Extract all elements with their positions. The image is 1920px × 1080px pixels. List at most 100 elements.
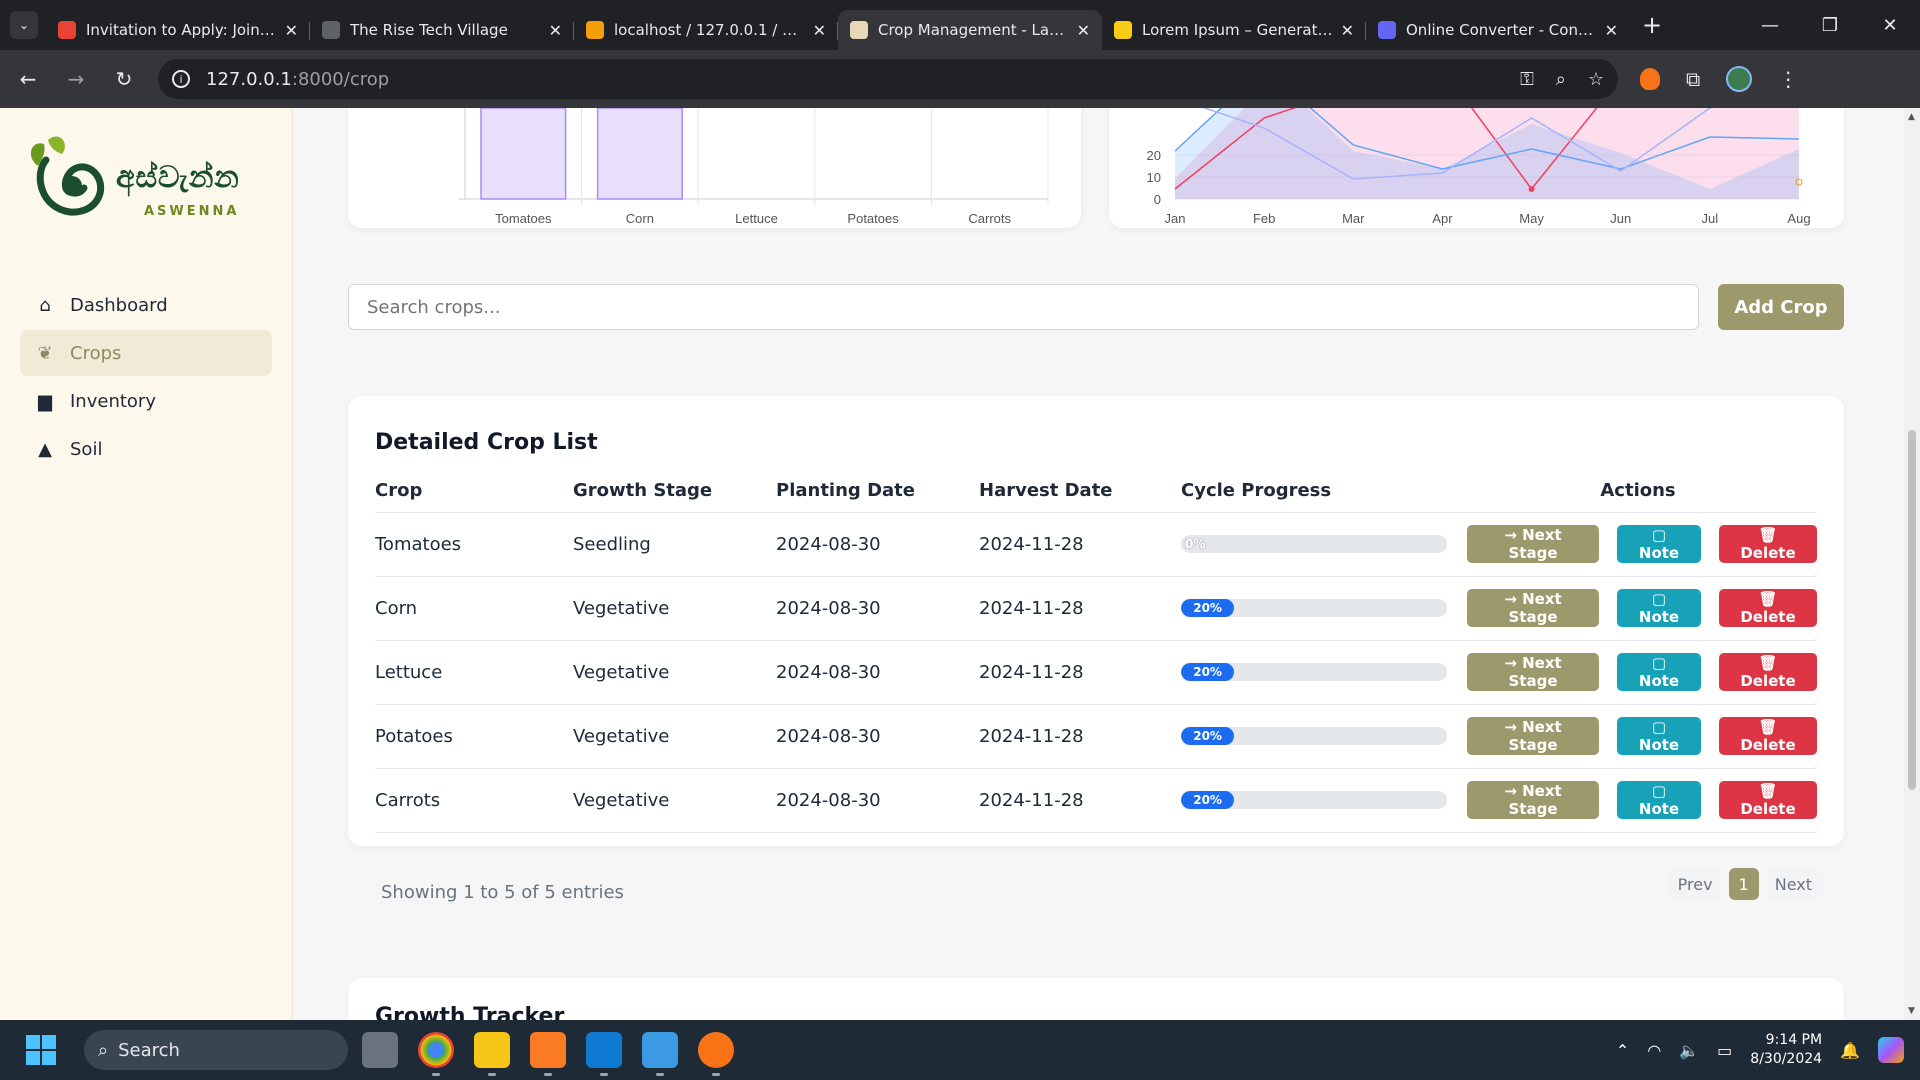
next-stage-button[interactable]: → Next Stage [1467,653,1599,691]
header-actions: Actions [1459,470,1817,513]
minimize-button[interactable]: — [1740,15,1800,36]
tab-close-icon[interactable]: ✕ [813,21,826,40]
chrome-app-icon[interactable] [418,1032,454,1076]
delete-button[interactable]: 🗑 Delete [1719,653,1817,691]
sidebar-item-dashboard[interactable]: ⌂ Dashboard [20,282,272,328]
pagination-next[interactable]: Next [1764,868,1822,900]
extensions-puzzle-icon[interactable]: ⧉ [1686,67,1700,91]
sidebar: අස්වැන්න ASWENNA ⌂ Dashboard ❦ Crops ▆ Invent… [0,108,293,1020]
browser-tab[interactable]: Online Converter - Convert ✕ [1366,10,1630,50]
note-button[interactable]: ▢ Note [1617,653,1701,691]
crop-list-card: Detailed Crop List Crop Growth Stage Pla… [348,396,1844,903]
forward-button[interactable]: → [56,67,96,91]
clock[interactable]: 9:14 PM 8/30/2024 [1750,1031,1822,1069]
postman-icon[interactable] [698,1032,734,1076]
progress-fill: 20% [1181,599,1235,617]
note-button[interactable]: ▢ Note [1617,525,1701,563]
extension-fox-icon[interactable] [1640,68,1660,90]
delete-button[interactable]: 🗑 Delete [1719,717,1817,755]
note-button[interactable]: ▢ Note [1617,589,1701,627]
cell-stage: Vegetative [573,640,776,705]
bar-chart-tick-label: Tomatoes [495,211,552,226]
zoom-icon[interactable]: ⌕ [1556,69,1566,90]
password-key-icon[interactable]: ⚿ [1520,69,1534,90]
next-stage-button[interactable]: → Next Stage [1467,717,1599,755]
delete-button[interactable]: 🗑 Delete [1719,525,1817,563]
tab-close-icon[interactable]: ✕ [1341,21,1354,40]
next-stage-button[interactable]: → Next Stage [1467,781,1599,819]
pagination-prev[interactable]: Prev [1667,868,1723,900]
crop-search-input[interactable] [348,284,1699,330]
tab-close-icon[interactable]: ✕ [549,21,562,40]
cell-stage: Vegetative [573,704,776,769]
tab-close-icon[interactable]: ✕ [285,21,298,40]
next-stage-button[interactable]: → Next Stage [1467,589,1599,627]
bar-chart-tick-label: Lettuce [735,211,778,226]
cell-crop: Corn [375,576,573,641]
progress-fill: 20% [1181,727,1235,745]
browser-tab[interactable]: Crop Management - Larave ✕ [838,10,1102,50]
tab-favicon-icon [1378,21,1396,39]
reload-button[interactable]: ↻ [104,67,144,91]
sidebar-item-label: Inventory [70,390,156,412]
restore-button[interactable]: ❐ [1800,15,1860,36]
monthly-line-chart-card: 20 10 0 Jan Feb Mar Apr May Jun Jul Aug [1109,108,1844,228]
progress-fill: 20% [1181,663,1235,681]
pagination-page-1[interactable]: 1 [1728,868,1759,900]
browser-menu-icon[interactable]: ⋮ [1778,67,1798,91]
browser-tab[interactable]: Invitation to Apply: Join th ✕ [46,10,310,50]
chevron-up-icon[interactable]: ⌃ [1616,1041,1629,1060]
xampp-icon[interactable] [530,1032,566,1076]
progress-bar: 20% [1181,663,1447,681]
wifi-icon[interactable]: ◠ [1647,1041,1661,1060]
back-button[interactable]: ← [8,67,48,91]
notification-bell-icon[interactable]: 🔔 [1840,1041,1860,1060]
url-host: 127.0.0.1 [206,68,292,90]
browser-tab[interactable]: Lorem Ipsum – Generator, ✕ [1102,10,1366,50]
brand-subtitle: ASWENNA [144,204,240,219]
windows-start-icon[interactable] [26,1035,56,1065]
sidebar-item-inventory[interactable]: ▆ Inventory [20,378,272,424]
delete-button[interactable]: 🗑 Delete [1719,589,1817,627]
cell-crop: Carrots [375,768,573,833]
cell-crop: Tomatoes [375,512,573,577]
vscode-icon[interactable] [586,1032,622,1076]
close-window-button[interactable]: ✕ [1860,15,1920,36]
table-row: Corn Vegetative 2024-08-30 2024-11-28 20% → N… [375,576,1817,641]
file-explorer-icon[interactable] [474,1032,510,1076]
sidebar-item-label: Crops [70,342,122,364]
browser-tab[interactable]: localhost / 127.0.0.1 / aswe ✕ [574,10,838,50]
address-bar[interactable]: i 127.0.0.1:8000/crop ⚿ ⌕ ☆ [158,59,1618,99]
scroll-up-icon[interactable]: ▲ [1908,112,1915,122]
copilot-icon[interactable] [1878,1037,1904,1063]
new-tab-button[interactable]: + [1642,11,1662,39]
scroll-down-icon[interactable]: ▼ [1908,1006,1915,1016]
volume-icon[interactable]: 🔈 [1679,1041,1699,1060]
add-crop-button[interactable]: Add Crop [1718,284,1844,330]
tab-close-icon[interactable]: ✕ [1077,21,1090,40]
page-scrollbar[interactable]: ▲ ▼ [1904,108,1920,1020]
line-chart-y-tick: 10 [1147,170,1161,185]
line-chart-y-tick: 20 [1147,148,1161,163]
task-view-icon[interactable] [362,1032,398,1068]
tab-close-icon[interactable]: ✕ [1605,21,1618,40]
bookmark-star-icon[interactable]: ☆ [1588,69,1604,90]
notepad-icon[interactable] [642,1032,678,1076]
delete-button[interactable]: 🗑 Delete [1719,781,1817,819]
line-chart-point [1528,186,1535,192]
taskbar-search[interactable]: ⌕ Search [84,1030,348,1070]
site-info-icon[interactable]: i [172,70,190,88]
sidebar-item-soil[interactable]: ▲ Soil [20,426,272,472]
battery-icon[interactable]: ▭ [1717,1041,1732,1060]
browser-tab[interactable]: The Rise Tech Village ✕ [310,10,574,50]
line-chart-x-tick: Feb [1253,211,1275,226]
next-stage-button[interactable]: → Next Stage [1467,525,1599,563]
profile-avatar[interactable] [1726,66,1753,92]
scrollbar-thumb[interactable] [1908,430,1916,790]
note-button[interactable]: ▢ Note [1617,781,1701,819]
brand-logo[interactable]: අස්වැන්න ASWENNA [26,130,256,230]
sidebar-item-crops[interactable]: ❦ Crops [20,330,272,376]
cell-stage: Vegetative [573,768,776,833]
tab-search-button[interactable]: ⌄ [10,11,38,39]
note-button[interactable]: ▢ Note [1617,717,1701,755]
